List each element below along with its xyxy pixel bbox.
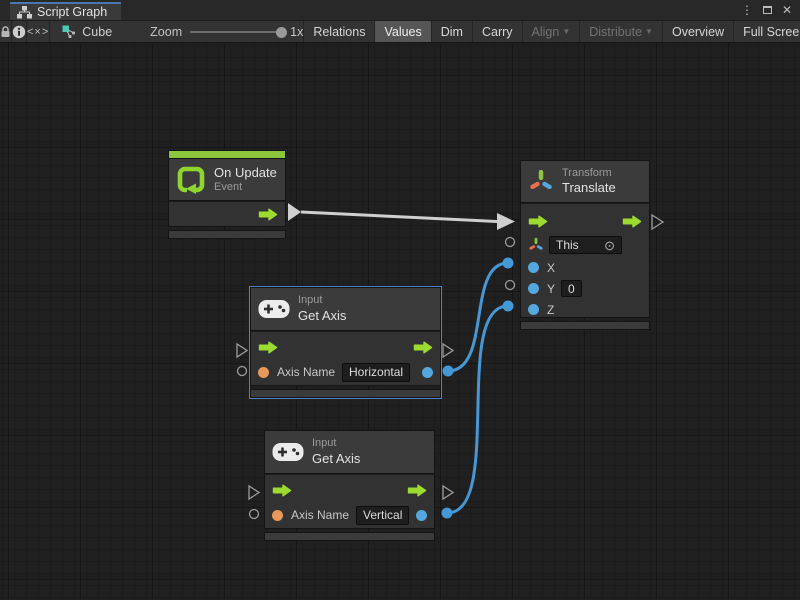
y-port-label: Y [547,282,555,296]
getaxis-h-exit-outer-port[interactable] [443,344,453,357]
zoom-value: 1x [290,25,303,39]
graph-tree-icon [17,6,32,19]
zoom-slider-handle[interactable] [276,27,287,38]
getaxis-v-enter-outer-port[interactable] [249,486,259,499]
getaxis-h-enter-outer-port[interactable] [237,344,247,357]
x-value-port[interactable] [528,262,539,273]
this-target-field[interactable]: This ⊙ [549,236,622,254]
axis-name-port[interactable] [272,510,283,521]
flow-enter-port[interactable] [272,484,292,497]
code-preview-label: <×> [27,26,49,38]
lock-button[interactable] [0,21,12,42]
getaxis-v-name-outer-port[interactable] [250,510,259,519]
node-footer [168,230,286,239]
translate-y-outer-port[interactable] [506,281,515,290]
result-value-port[interactable] [422,367,433,378]
x-port-label: X [547,261,555,275]
flow-exit-port[interactable] [622,215,642,228]
on-update-loop-icon [176,166,206,194]
event-accent-bar [168,150,286,158]
tab-title: Script Graph [37,5,107,19]
axis-name-field[interactable]: Horizontal [342,363,410,382]
object-picker-icon[interactable]: ⊙ [604,239,615,252]
getaxis-v-exit-outer-port[interactable] [443,486,453,499]
z-port-label: Z [547,303,554,317]
values-button[interactable]: Values [375,21,431,42]
flow-exit-port[interactable] [413,341,433,354]
z-value-port[interactable] [528,304,539,315]
inspect-button[interactable] [12,21,27,42]
zoom-label: Zoom [150,25,182,39]
window-menu-icon[interactable]: ⋮ [741,4,753,16]
zoom-slider-track[interactable] [190,31,282,33]
flow-wire-onupdate-translate [288,203,515,230]
node-footer [250,389,441,398]
y-value-port[interactable] [528,283,539,294]
close-icon[interactable]: ✕ [782,4,792,16]
graph-canvas[interactable]: On Update Event [0,43,800,599]
chevron-down-icon: ▼ [562,27,570,36]
lock-icon [0,25,11,38]
overview-button[interactable]: Overview [663,21,734,42]
tab-strip: Script Graph ⋮ ✕ [0,0,800,20]
gamepad-icon [272,442,304,462]
graph-target[interactable]: Cube [50,25,122,39]
transform-icon [528,168,554,195]
flow-enter-port[interactable] [528,215,548,228]
axis-name-label: Axis Name [291,508,349,522]
node-on-update[interactable]: On Update Event [168,150,286,239]
graph-target-label: Cube [82,25,112,39]
node-title: Translate [562,180,616,196]
maximize-icon[interactable] [763,6,772,14]
code-preview-button[interactable]: <×> [27,21,50,42]
translate-this-outer-port[interactable] [506,238,515,247]
translate-exit-outer-port[interactable] [652,215,663,229]
distribute-dropdown[interactable]: Distribute ▼ [580,21,663,42]
axis-name-port[interactable] [258,367,269,378]
value-wire-horizontal-x [443,258,514,377]
zoom-control: Zoom 1x [122,25,303,39]
node-subtitle: Transform [562,167,616,181]
dim-button[interactable]: Dim [432,21,473,42]
carry-button[interactable]: Carry [473,21,523,42]
node-footer [520,321,650,330]
node-title: Get Axis [298,308,346,324]
transform-port-icon[interactable] [528,237,544,253]
relations-button[interactable]: Relations [304,21,375,42]
graph-toolbar: <×> Cube Zoom 1x Relations Values Dim Ca… [0,20,800,43]
axis-name-field[interactable]: Vertical [356,506,409,525]
getaxis-h-name-outer-port[interactable] [238,367,247,376]
node-translate[interactable]: Transform Translate [520,160,650,330]
value-wire-vertical-z [442,301,514,519]
node-subtitle: Event [214,181,277,195]
flow-exit-port[interactable] [258,208,278,221]
node-get-axis-horizontal[interactable]: Input Get Axis Axis Name Horizontal [250,287,441,398]
node-footer [264,532,435,541]
graph-target-icon [62,25,76,39]
flow-enter-port[interactable] [258,341,278,354]
window-controls: ⋮ ✕ [733,0,800,20]
y-value-field[interactable]: 0 [561,280,582,297]
full-screen-button[interactable]: Full Screen [734,21,800,42]
info-icon [12,25,26,39]
result-value-port[interactable] [416,510,427,521]
align-dropdown[interactable]: Align ▼ [523,21,581,42]
tab-script-graph[interactable]: Script Graph [10,2,121,20]
node-title: On Update [214,165,277,181]
node-title: Get Axis [312,451,360,467]
axis-name-label: Axis Name [277,365,335,379]
chevron-down-icon: ▼ [645,27,653,36]
flow-exit-port[interactable] [407,484,427,497]
node-subtitle: Input [298,294,346,308]
script-graph-window: Script Graph ⋮ ✕ <×> [0,0,800,600]
gamepad-icon [258,299,290,319]
toolbar-buttons: Relations Values Dim Carry Align ▼ Distr… [303,21,800,42]
node-subtitle: Input [312,437,360,451]
node-get-axis-vertical[interactable]: Input Get Axis Axis Name Vertical [264,430,435,541]
